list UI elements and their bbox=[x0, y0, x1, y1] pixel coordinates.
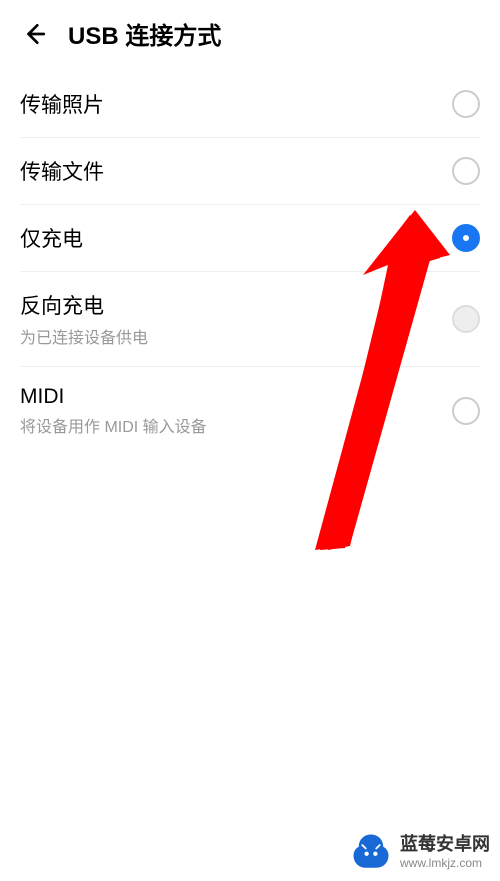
option-text: 反向充电 为已连接设备供电 bbox=[20, 290, 148, 348]
option-text: 传输文件 bbox=[20, 156, 104, 186]
back-icon[interactable] bbox=[20, 20, 48, 48]
option-transfer-photos[interactable]: 传输照片 bbox=[20, 71, 480, 138]
option-title: 反向充电 bbox=[20, 290, 148, 320]
radio-icon[interactable] bbox=[452, 90, 480, 118]
option-text: MIDI 将设备用作 MIDI 输入设备 bbox=[20, 385, 207, 437]
page-title: USB 连接方式 bbox=[68, 16, 221, 51]
option-title: 传输文件 bbox=[20, 156, 104, 186]
option-charge-only[interactable]: 仅充电 bbox=[20, 205, 480, 272]
option-midi[interactable]: MIDI 将设备用作 MIDI 输入设备 bbox=[20, 367, 480, 455]
radio-icon[interactable] bbox=[452, 397, 480, 425]
option-title: 仅充电 bbox=[20, 223, 83, 253]
watermark-title: 蓝莓安卓网 bbox=[400, 834, 490, 856]
watermark-logo-icon bbox=[350, 831, 392, 873]
option-transfer-files[interactable]: 传输文件 bbox=[20, 138, 480, 205]
option-subtitle: 为已连接设备供电 bbox=[20, 324, 148, 348]
watermark-url: www.lmkjz.com bbox=[400, 856, 490, 870]
option-reverse-charge[interactable]: 反向充电 为已连接设备供电 bbox=[20, 272, 480, 367]
radio-icon-selected[interactable] bbox=[452, 224, 480, 252]
option-text: 仅充电 bbox=[20, 223, 83, 253]
watermark-text: 蓝莓安卓网 www.lmkjz.com bbox=[400, 834, 490, 870]
option-subtitle: 将设备用作 MIDI 输入设备 bbox=[20, 413, 207, 437]
radio-icon[interactable] bbox=[452, 157, 480, 185]
option-title: 传输照片 bbox=[20, 89, 104, 119]
radio-icon-disabled bbox=[452, 305, 480, 333]
option-text: 传输照片 bbox=[20, 89, 104, 119]
usb-options-list: 传输照片 传输文件 仅充电 反向充电 为已连接设备供电 MIDI 将设备用作 M… bbox=[0, 71, 500, 455]
header: USB 连接方式 bbox=[0, 0, 500, 71]
watermark: 蓝莓安卓网 www.lmkjz.com bbox=[350, 831, 490, 873]
option-title: MIDI bbox=[20, 385, 207, 409]
